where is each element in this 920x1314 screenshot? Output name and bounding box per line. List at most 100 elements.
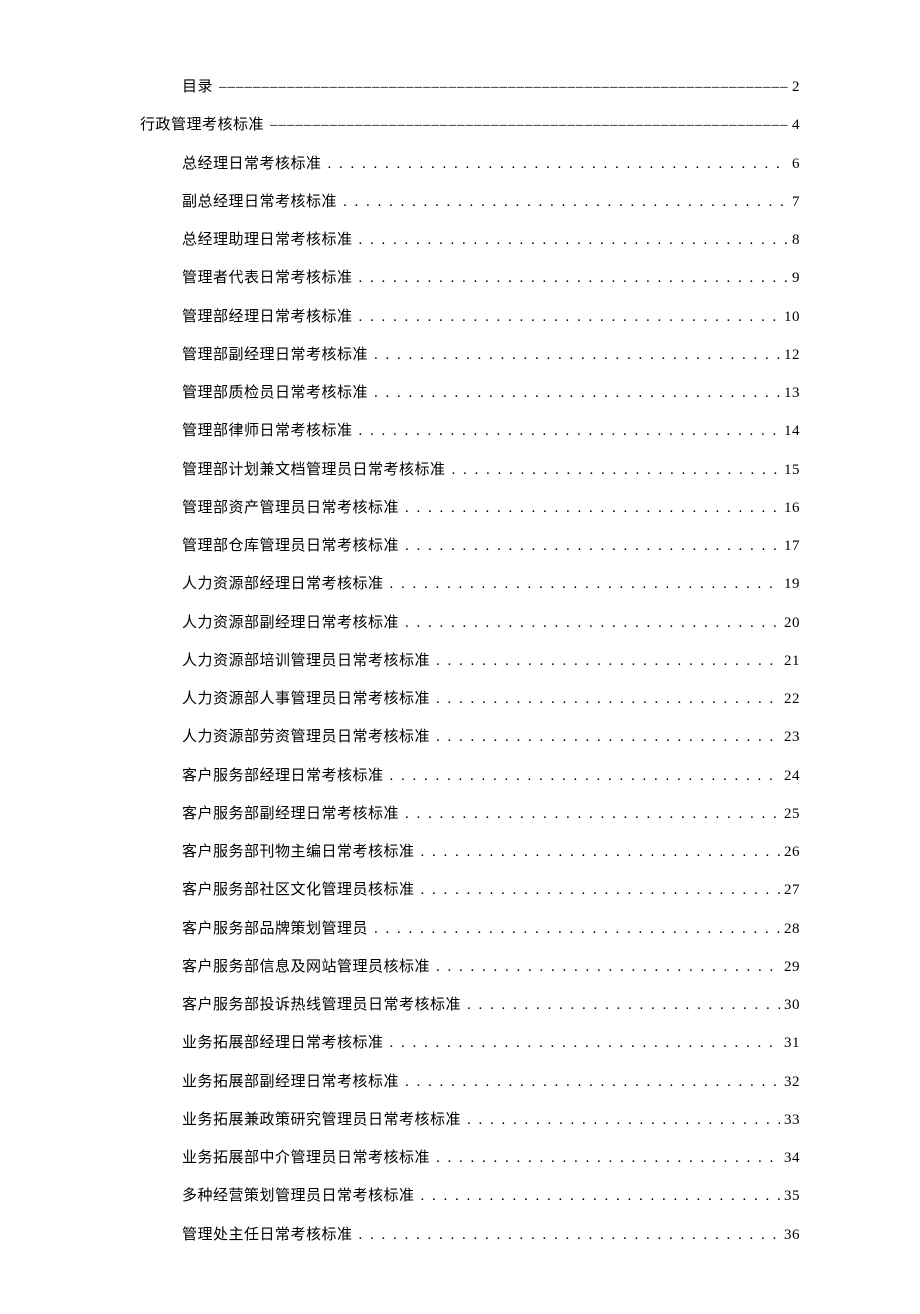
toc-leader [436, 642, 780, 680]
toc-leader [436, 948, 780, 986]
toc-leader [421, 1177, 780, 1215]
toc-leader [390, 565, 780, 603]
toc-entry-pagenum: 8 [792, 221, 800, 259]
toc-entry-pagenum: 34 [784, 1139, 800, 1177]
toc-entry: 管理部计划兼文档管理员日常考核标准 15 [182, 451, 800, 489]
toc-entry-pagenum: 6 [792, 145, 800, 183]
toc-entry-label: 客户服务部品牌策划管理员 [182, 910, 368, 948]
toc-entry-pagenum: 36 [784, 1216, 800, 1254]
toc-leader [359, 298, 780, 336]
toc-leader [405, 1063, 780, 1101]
toc-leader [405, 795, 780, 833]
toc-entry: 人力资源部人事管理员日常考核标准22 [182, 680, 800, 718]
toc-entry-pagenum: 7 [792, 183, 800, 221]
toc-leader [359, 221, 788, 259]
toc-entry-pagenum: 13 [784, 374, 800, 412]
toc-entry: 管理处主任日常考核标准 36 [182, 1216, 800, 1254]
toc-entry-pagenum: 14 [784, 412, 800, 450]
toc-entry: 总经理日常考核标准 6 [182, 145, 800, 183]
toc-leader [374, 374, 780, 412]
toc-entry: 管理部仓库管理员日常考核标准 17 [182, 527, 800, 565]
toc-entry-label: 管理部仓库管理员日常考核标准 [182, 527, 399, 565]
toc-entry: 客户服务部信息及网站管理员核标准 29 [182, 948, 800, 986]
toc-leader [343, 183, 788, 221]
toc-entry: 人力资源部培训管理员日常考核标准21 [182, 642, 800, 680]
toc-entry-pagenum: 32 [784, 1063, 800, 1101]
toc-entry-pagenum: 15 [784, 451, 800, 489]
toc-entry-pagenum: 31 [784, 1024, 800, 1062]
toc-entry: 客户服务部副经理日常考核标准25 [182, 795, 800, 833]
toc-entry: 副总经理日常考核标准7 [182, 183, 800, 221]
toc-entry: 客户服务部社区文化管理员核标准27 [182, 871, 800, 909]
toc-leader [359, 259, 788, 297]
toc-entry-pagenum: 29 [784, 948, 800, 986]
toc-entry-pagenum: 26 [784, 833, 800, 871]
toc-leader [390, 757, 780, 795]
toc-entry-label: 管理部经理日常考核标准 [182, 298, 353, 336]
toc-leader [436, 1139, 780, 1177]
toc-entry-label: 业务拓展兼政策研究管理员日常考核标准 [182, 1101, 461, 1139]
toc-entry-label: 管理部资产管理员日常考核标准 [182, 489, 399, 527]
toc-entry-pagenum: 27 [784, 871, 800, 909]
toc-entry-label: 人力资源部劳资管理员日常考核标准 [182, 718, 430, 756]
toc-entry-pagenum: 2 [792, 68, 800, 106]
toc-leader [328, 145, 788, 183]
toc-entry-label: 客户服务部经理日常考核标准 [182, 757, 384, 795]
toc-entry-pagenum: 28 [784, 910, 800, 948]
toc-entry-label: 人力资源部经理日常考核标准 [182, 565, 384, 603]
toc-entry-label: 管理部计划兼文档管理员日常考核标准 [182, 451, 446, 489]
toc-entry: 业务拓展部经理日常考核标准 31 [182, 1024, 800, 1062]
toc-leader [421, 833, 780, 871]
toc-entry: 多种经营策划管理员日常考核标准 35 [182, 1177, 800, 1215]
toc-entry-pagenum: 9 [792, 259, 800, 297]
toc-entry-label: 管理处主任日常考核标准 [182, 1216, 353, 1254]
toc-leader [219, 68, 788, 106]
toc-entry-label: 客户服务部投诉热线管理员日常考核标准 [182, 986, 461, 1024]
toc-entry: 行政管理考核标准4 [140, 106, 800, 144]
toc-entry-label: 管理者代表日常考核标准 [182, 259, 353, 297]
toc-entry-pagenum: 23 [784, 718, 800, 756]
toc-entry: 人力资源部副经理日常考核标准 20 [182, 604, 800, 642]
toc-leader [467, 1101, 780, 1139]
toc-entry: 客户服务部投诉热线管理员日常考核标准 30 [182, 986, 800, 1024]
toc-leader [374, 336, 780, 374]
toc-entry: 管理者代表日常考核标准 9 [182, 259, 800, 297]
toc-entry-label: 多种经营策划管理员日常考核标准 [182, 1177, 415, 1215]
toc-entry: 管理部副经理日常考核标准 12 [182, 336, 800, 374]
toc-entry: 管理部经理日常考核标准10 [182, 298, 800, 336]
toc-leader [359, 412, 780, 450]
toc-entry-pagenum: 16 [784, 489, 800, 527]
toc-leader [390, 1024, 780, 1062]
toc-entry-label: 人力资源部副经理日常考核标准 [182, 604, 399, 642]
toc-entry-label: 总经理日常考核标准 [182, 145, 322, 183]
toc-entry-label: 客户服务部刊物主编日常考核标准 [182, 833, 415, 871]
toc-entry-label: 业务拓展部副经理日常考核标准 [182, 1063, 399, 1101]
toc-entry-label: 客户服务部信息及网站管理员核标准 [182, 948, 430, 986]
toc-entry: 业务拓展兼政策研究管理员日常考核标准 33 [182, 1101, 800, 1139]
toc-leader [467, 986, 780, 1024]
toc-list: 目录2行政管理考核标准4总经理日常考核标准 6副总经理日常考核标准7总经理助理日常… [140, 68, 800, 1254]
toc-entry: 客户服务部刊物主编日常考核标准 26 [182, 833, 800, 871]
toc-entry-pagenum: 21 [784, 642, 800, 680]
toc-entry-pagenum: 33 [784, 1101, 800, 1139]
toc-entry: 管理部质检员日常考核标准 13 [182, 374, 800, 412]
toc-entry-label: 总经理助理日常考核标准 [182, 221, 353, 259]
toc-entry-label: 业务拓展部经理日常考核标准 [182, 1024, 384, 1062]
toc-page: 目录2行政管理考核标准4总经理日常考核标准 6副总经理日常考核标准7总经理助理日常… [0, 0, 920, 1314]
toc-leader [405, 527, 780, 565]
toc-entry-pagenum: 19 [784, 565, 800, 603]
toc-entry-pagenum: 35 [784, 1177, 800, 1215]
toc-entry-pagenum: 20 [784, 604, 800, 642]
toc-entry-pagenum: 30 [784, 986, 800, 1024]
toc-entry-label: 管理部质检员日常考核标准 [182, 374, 368, 412]
toc-entry-label: 管理部副经理日常考核标准 [182, 336, 368, 374]
toc-entry-label: 业务拓展部中介管理员日常考核标准 [182, 1139, 430, 1177]
toc-entry-label: 人力资源部人事管理员日常考核标准 [182, 680, 430, 718]
toc-entry-pagenum: 17 [784, 527, 800, 565]
toc-entry: 目录2 [182, 68, 800, 106]
toc-entry-pagenum: 12 [784, 336, 800, 374]
toc-entry: 人力资源部劳资管理员日常考核标准 23 [182, 718, 800, 756]
toc-leader [374, 910, 780, 948]
toc-leader [270, 106, 788, 144]
toc-entry: 业务拓展部副经理日常考核标准 32 [182, 1063, 800, 1101]
